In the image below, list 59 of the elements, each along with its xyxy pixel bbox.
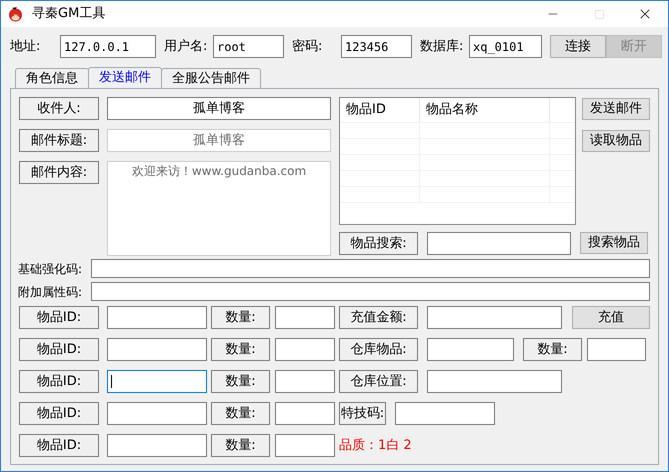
- field-label: 数据库:: [420, 38, 464, 56]
- input-field[interactable]: [91, 259, 650, 278]
- input-field[interactable]: [91, 282, 650, 301]
- input-field[interactable]: [427, 338, 514, 361]
- label-button[interactable]: 物品ID:: [19, 434, 99, 457]
- input-field[interactable]: xq_0101: [469, 35, 542, 58]
- input-field[interactable]: [107, 370, 207, 393]
- label-button[interactable]: 数量:: [523, 338, 582, 361]
- input-field[interactable]: [275, 338, 335, 361]
- column-header[interactable]: 物品ID: [340, 98, 420, 122]
- label-button[interactable]: 数量:: [211, 306, 270, 329]
- label-button[interactable]: 物品ID:: [19, 338, 99, 361]
- label-button[interactable]: 充值金额:: [339, 306, 418, 329]
- label-button[interactable]: 物品ID:: [19, 402, 99, 425]
- label-button[interactable]: 数量:: [211, 370, 270, 393]
- input-field[interactable]: [427, 370, 562, 393]
- quality-note: 品质：1白 2: [339, 436, 412, 455]
- label-button[interactable]: 物品搜索:: [339, 232, 418, 255]
- input-field[interactable]: [107, 306, 207, 329]
- tab[interactable]: 角色信息: [15, 68, 89, 88]
- label-button[interactable]: 特技码:: [339, 402, 386, 425]
- field-label: 附加属性码:: [18, 284, 84, 300]
- field-label: 用户名:: [164, 38, 208, 56]
- input-field[interactable]: [107, 338, 207, 361]
- column-header[interactable]: 物品名称: [420, 98, 550, 122]
- input-field[interactable]: [275, 370, 335, 393]
- action-button[interactable]: 读取物品: [582, 130, 650, 152]
- label-button[interactable]: 物品ID:: [19, 370, 99, 393]
- field-label: 基础强化码:: [18, 260, 84, 278]
- input-field[interactable]: [427, 232, 571, 255]
- input-field[interactable]: [587, 338, 646, 361]
- input-field[interactable]: [427, 306, 562, 329]
- input-field[interactable]: [395, 402, 495, 425]
- label-button[interactable]: 仓库位置:: [339, 370, 418, 393]
- search-button[interactable]: 搜索物品: [580, 232, 648, 254]
- input-field[interactable]: 孤单博客: [107, 97, 331, 120]
- input-field[interactable]: [107, 434, 207, 457]
- input-field[interactable]: [275, 402, 335, 425]
- field-label: 密码:: [292, 38, 324, 56]
- input-field[interactable]: [107, 402, 207, 425]
- input-field[interactable]: 127.0.0.1: [60, 35, 156, 58]
- input-field[interactable]: [275, 434, 335, 457]
- text-cursor: [111, 375, 112, 388]
- label-button[interactable]: 收件人:: [19, 97, 99, 120]
- label-button[interactable]: 仓库物品:: [339, 338, 418, 361]
- input-field[interactable]: 123456: [341, 35, 412, 58]
- label-button[interactable]: 数量:: [211, 434, 270, 457]
- bird-icon: [7, 6, 24, 22]
- label-button[interactable]: 数量:: [211, 402, 270, 425]
- action-button[interactable]: 发送邮件: [582, 98, 650, 120]
- label-button[interactable]: 物品ID:: [19, 306, 99, 329]
- recharge-button[interactable]: 充值: [572, 306, 650, 329]
- window-title: 寻秦GM工具: [32, 5, 106, 24]
- connection-button[interactable]: 连接: [550, 35, 606, 58]
- field-label: 地址:: [10, 38, 42, 56]
- label-button[interactable]: 数量:: [211, 338, 270, 361]
- input-field[interactable]: root: [213, 35, 284, 58]
- input-field[interactable]: [275, 306, 335, 329]
- tab[interactable]: 全服公告邮件: [161, 68, 261, 88]
